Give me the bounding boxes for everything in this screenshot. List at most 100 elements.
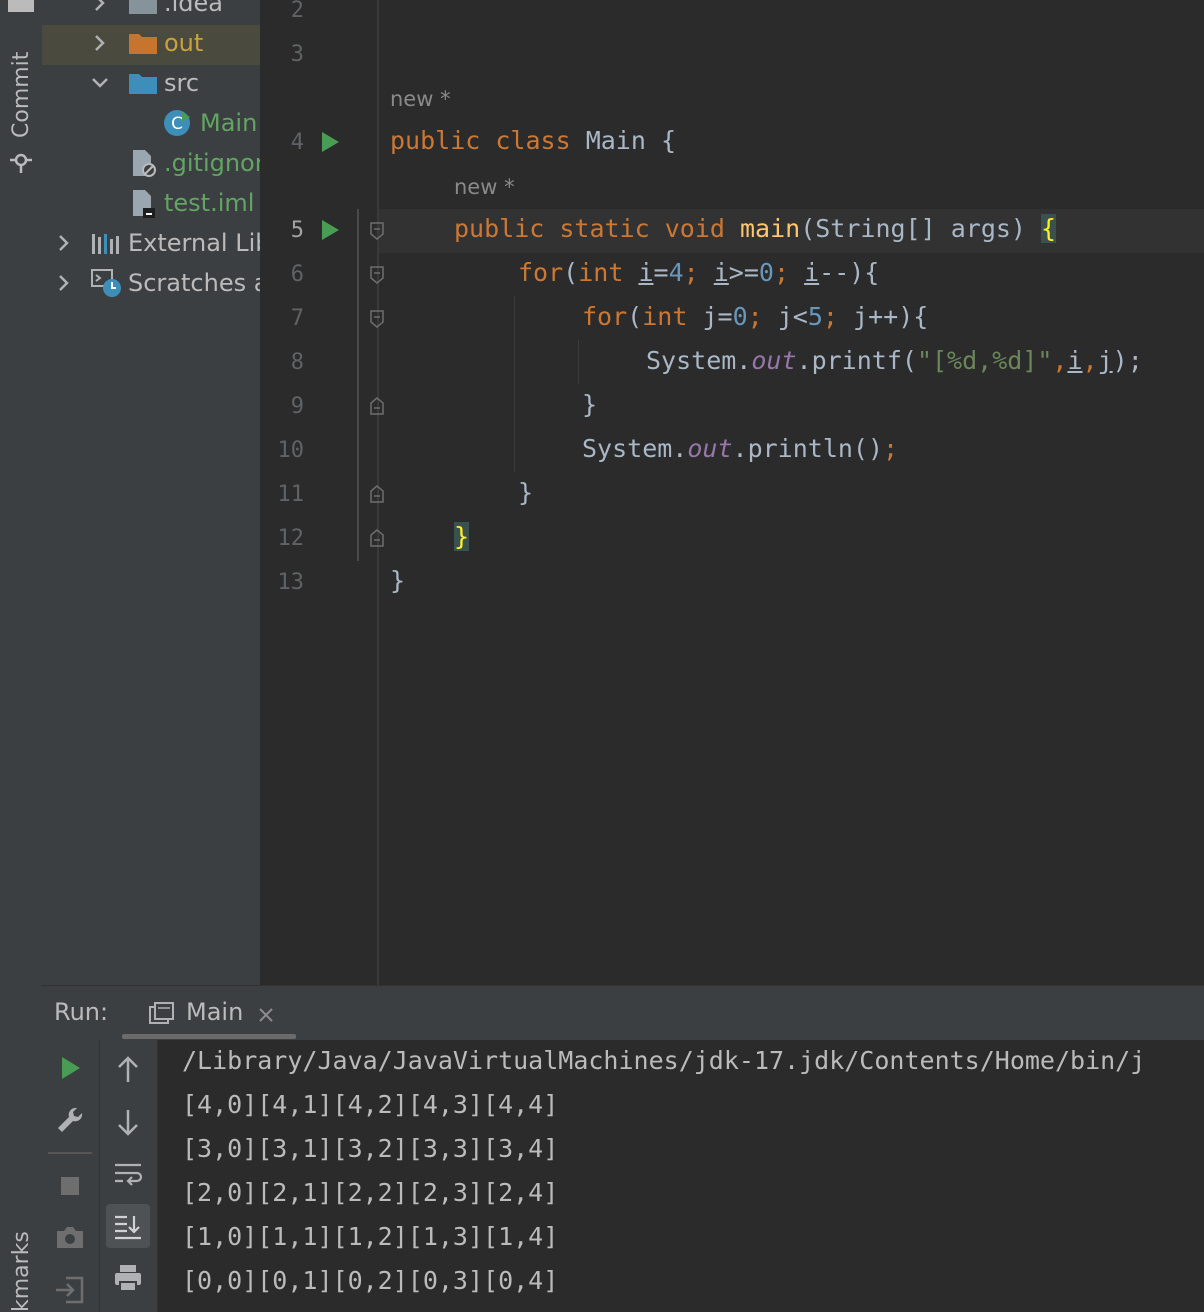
fold-start-icon[interactable] [370,222,384,240]
project-tool-button[interactable] [8,0,34,12]
commit-label: Commit [9,51,34,138]
fold-start-icon[interactable] [370,266,384,284]
line-number: 6 [290,262,304,287]
code-line-5: public static void main(String[] args) { [454,214,1057,243]
print-icon[interactable] [110,1260,146,1296]
keyword: public [390,126,481,155]
code-line-9: } [582,390,597,419]
chevron-right-icon [95,35,105,51]
tree-item-label: test.iml [164,189,255,217]
tree-item-scratches[interactable]: Scratches and Consoles [42,265,260,305]
arrow-up-icon[interactable] [110,1052,146,1088]
fold-end-icon[interactable] [370,485,384,503]
run-toolbar-secondary [100,1040,158,1312]
code-line-8: System.out.printf("[%d,%d]",i,j); [646,346,1143,375]
line-number: 2 [290,0,304,23]
chevron-right-icon [95,0,105,11]
wrench-icon[interactable] [52,1102,88,1138]
source-folder-icon [129,74,157,94]
tree-item-label: src [164,69,200,97]
variable: j [853,302,869,331]
console-line: [2,0][2,1][2,2][2,3][2,4] [182,1178,559,1207]
console-icon [149,1002,174,1024]
soft-wrap-icon[interactable] [110,1156,146,1192]
line-number: 5 [290,218,304,243]
toolbar-divider [48,1152,92,1154]
tree-item-label: out [164,29,204,57]
variable: j [777,302,793,331]
indent-guide [514,296,515,472]
svg-text:C: C [171,114,183,134]
number-literal: 0 [758,258,774,287]
punctuation: ; [773,258,805,287]
line-number: 8 [290,350,304,375]
tree-item-out[interactable]: out [42,25,260,65]
camera-icon[interactable] [52,1220,88,1256]
tree-item-external-libraries[interactable]: External Libraries [42,225,260,265]
close-icon[interactable] [258,1007,274,1023]
tree-item-main[interactable]: C Main [42,105,260,145]
library-icon [92,234,119,254]
punctuation: , [1082,346,1098,375]
code-text: } [582,390,598,419]
arrow-down-icon[interactable] [110,1104,146,1140]
variable: i [713,258,729,287]
code-editor[interactable]: 2 3 4 5 6 7 8 9 10 11 12 13 new * new * … [260,0,1204,985]
code-text: (String[] args) [800,214,1042,243]
scroll-to-end-icon [115,1215,141,1240]
keyword: for [518,258,564,287]
static-field: out [751,346,797,375]
code-text: System. [582,434,688,463]
folder-icon [129,0,157,14]
console-line: [1,0][1,1][1,2][1,3][1,4] [182,1222,559,1251]
tree-item-label: Main [200,109,258,137]
line-number: 4 [290,130,304,155]
tree-item-label: .gitignore [164,149,260,177]
code-text: .printf( [796,346,917,375]
fold-end-icon[interactable] [370,529,384,547]
bookmarks-label: kmarks [9,1231,34,1312]
rerun-icon[interactable] [52,1050,88,1086]
console-line: /Library/Java/JavaVirtualMachines/jdk-17… [182,1046,1146,1075]
code-text: ); [1112,346,1143,375]
tree-item-gitignore[interactable]: .gitignore [42,145,260,185]
run-panel-header: Run: Main [42,985,1204,1041]
fold-start-icon[interactable] [370,310,384,328]
code-line-12: } [454,522,470,551]
code-text: ( [563,258,579,287]
number-literal: 5 [807,302,823,331]
login-icon[interactable] [52,1272,88,1308]
code-line-6: for(int i=4; i>=0; i--){ [518,258,879,287]
code-text: --){ [819,258,880,287]
punctuation: ; [883,434,899,463]
run-class-icon[interactable] [322,132,339,152]
code-text: System. [646,346,752,375]
code-line-4: public class Main { [390,126,676,155]
tree-item-src[interactable]: src [42,65,260,105]
punctuation: ; [747,302,778,331]
run-main-icon[interactable] [322,220,339,240]
tree-item-test-iml[interactable]: test.iml [42,185,260,225]
keyword: int [642,302,703,331]
console-line: [4,0][4,1][4,2][4,3][4,4] [182,1090,559,1119]
code-line-10: System.out.println(); [582,434,898,463]
code-line-13: } [390,566,405,595]
tool-window-strip: Commit kmarks [0,0,43,1312]
console-line: [0,0][0,1][0,2][0,3][0,4] [182,1266,559,1295]
number-literal: 4 [668,258,684,287]
code-text: >= [728,258,759,287]
bookmarks-tool-button[interactable]: kmarks [6,1230,36,1312]
ignored-file-icon [133,150,156,177]
static-field: out [687,434,733,463]
commit-tool-button[interactable]: Commit [6,50,36,175]
fold-end-icon[interactable] [370,397,384,415]
tree-item-label: .idea [164,0,224,17]
line-number: 11 [277,482,305,507]
punctuation: , [1052,346,1068,375]
line-number: 3 [290,42,304,67]
tree-item-idea[interactable]: .idea [42,0,260,25]
stop-icon[interactable] [52,1168,88,1204]
run-tab-main[interactable]: Main [122,986,296,1041]
code-text: < [792,302,808,331]
indent-guide [578,340,579,384]
